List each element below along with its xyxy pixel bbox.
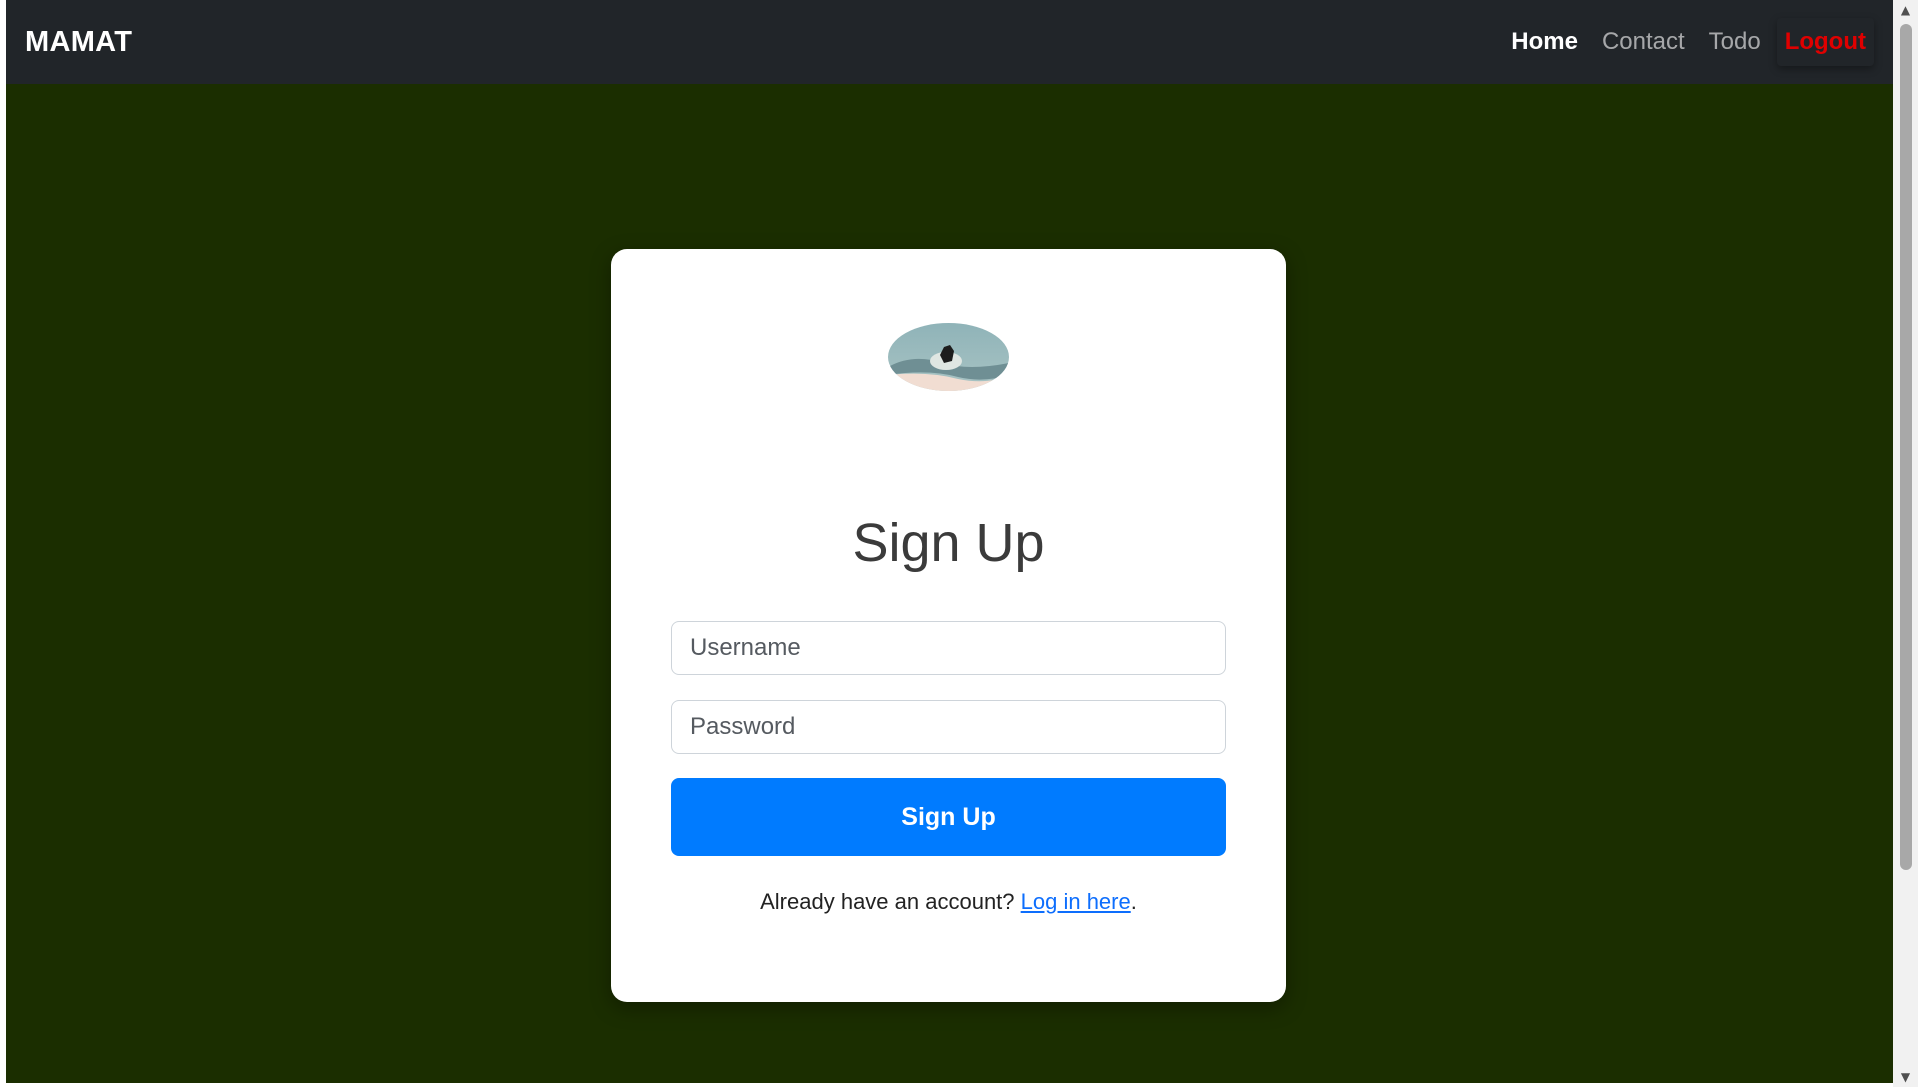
login-prompt: Already have an account? Log in here.	[611, 889, 1286, 915]
login-prompt-text: Already have an account?	[760, 889, 1021, 914]
nav-link-todo[interactable]: Todo	[1697, 18, 1773, 66]
nav-links: Home Contact Todo Logout	[1499, 18, 1874, 66]
scrollbar-thumb[interactable]	[1900, 24, 1912, 870]
scroll-down-arrow-icon[interactable]: ▼	[1893, 1067, 1918, 1087]
page-viewport: MAMAT Home Contact Todo Logout Sign Up U…	[6, 0, 1893, 1083]
password-input[interactable]	[671, 700, 1226, 754]
nav-link-contact[interactable]: Contact	[1590, 18, 1697, 66]
signup-button[interactable]: Sign Up	[671, 778, 1226, 856]
vertical-scrollbar[interactable]: ▲ ▼	[1893, 0, 1918, 1087]
navbar: MAMAT Home Contact Todo Logout	[6, 0, 1893, 84]
nav-link-home[interactable]: Home	[1499, 18, 1590, 66]
username-input[interactable]	[671, 621, 1226, 675]
login-prompt-suffix: .	[1130, 889, 1137, 914]
avatar-image	[888, 323, 1009, 391]
login-link[interactable]: Log in here	[1021, 889, 1131, 914]
scroll-up-arrow-icon[interactable]: ▲	[1893, 0, 1918, 20]
page-title: Sign Up	[852, 513, 1045, 573]
brand-logo[interactable]: MAMAT	[25, 26, 132, 59]
signup-card: Sign Up Sign Up Already have an account?…	[611, 249, 1286, 1002]
logout-button[interactable]: Logout	[1777, 18, 1874, 66]
